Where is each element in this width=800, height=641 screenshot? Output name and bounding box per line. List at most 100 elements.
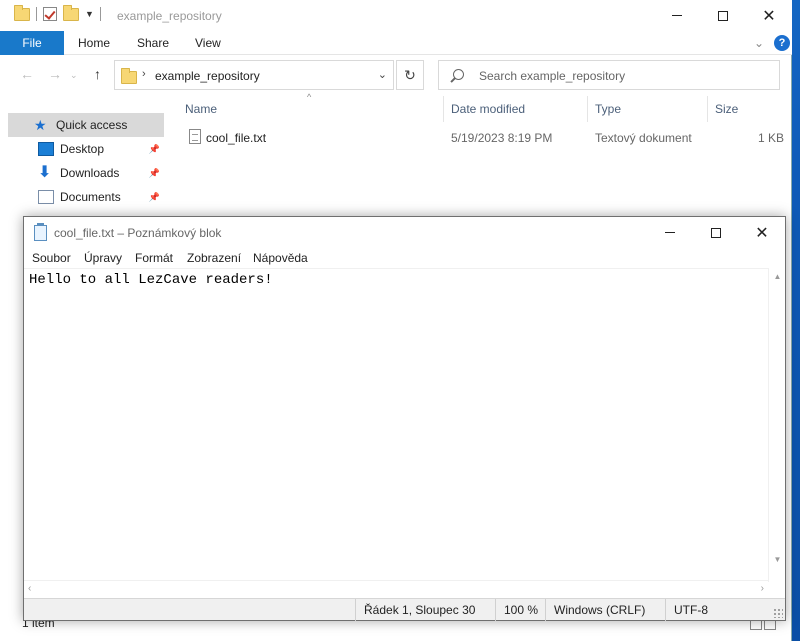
sidebar-item-downloads[interactable]: ⬇ Downloads 📌 (8, 161, 164, 185)
properties-icon[interactable] (43, 7, 57, 21)
editor-content[interactable]: Hello to all LezCave readers! (29, 272, 273, 288)
notepad-title: cool_file.txt – Poznámkový blok (54, 226, 222, 240)
refresh-button[interactable]: ↻ (396, 60, 424, 90)
notepad-status-bar: Řádek 1, Sloupec 30 100 % Windows (CRLF)… (24, 598, 785, 621)
back-arrow-icon[interactable]: ← (20, 66, 34, 82)
vertical-scrollbar[interactable]: ▲ ▼ (768, 268, 785, 582)
maximize-button[interactable] (693, 217, 739, 248)
tab-file[interactable]: File (0, 31, 64, 55)
column-divider[interactable] (707, 96, 708, 122)
line-ending: Windows (CRLF) (545, 599, 665, 621)
menu-item-format[interactable]: Formát (135, 251, 173, 265)
close-icon: ✕ (762, 7, 776, 25)
desktop-icon (38, 142, 54, 156)
column-header-size[interactable]: Size (715, 96, 738, 122)
breadcrumb-path[interactable]: example_repository (155, 69, 260, 83)
column-header-type[interactable]: Type (595, 96, 621, 122)
ribbon-right-controls: ⌄ ? (754, 35, 790, 51)
notepad-titlebar: cool_file.txt – Poznámkový blok ✕ (24, 217, 785, 248)
forward-arrow-icon[interactable]: → (48, 66, 62, 82)
expand-ribbon-chevron-icon[interactable]: ⌄ (754, 36, 764, 50)
file-date-modified: 5/19/2023 8:19 PM (451, 131, 553, 145)
tab-home[interactable]: Home (78, 31, 110, 55)
column-divider[interactable] (587, 96, 588, 122)
column-header-date-modified[interactable]: Date modified (451, 96, 525, 122)
scroll-down-icon[interactable]: ▼ (769, 555, 786, 564)
documents-icon (38, 190, 54, 204)
tab-view[interactable]: View (195, 31, 221, 55)
maximize-icon (711, 227, 721, 238)
download-arrow-icon: ⬇ (38, 164, 52, 181)
navigation-pane: ★ Quick access Desktop 📌 ⬇ Downloads 📌 D… (0, 96, 165, 218)
address-dropdown-icon[interactable]: ⌄ (378, 68, 387, 81)
maximize-button[interactable] (700, 0, 746, 31)
window-title: example_repository (117, 9, 222, 23)
sidebar-item-desktop[interactable]: Desktop 📌 (8, 137, 164, 161)
explorer-window-controls: ✕ (654, 0, 792, 31)
notepad-window-controls: ✕ (647, 217, 785, 248)
text-file-icon (189, 129, 201, 144)
menu-bar: Soubor Úpravy Formát Zobrazení Nápověda (24, 248, 785, 268)
tab-share[interactable]: Share (137, 31, 169, 55)
notepad-window: cool_file.txt – Poznámkový blok ✕ Soubor… (23, 216, 786, 621)
sidebar-item-label: Downloads (60, 166, 120, 180)
menu-item-soubor[interactable]: Soubor (32, 251, 71, 265)
pin-icon[interactable]: 📌 (149, 168, 160, 179)
breadcrumb-chevron-icon[interactable]: › (142, 68, 146, 80)
address-bar-row: ← → ⌄ ↑ › example_repository ⌄ ↻ Search … (0, 58, 792, 92)
scroll-left-icon[interactable]: ‹ (28, 583, 31, 594)
file-row[interactable]: cool_file.txt 5/19/2023 8:19 PM Textový … (165, 126, 792, 150)
menu-item-upravy[interactable]: Úpravy (84, 251, 122, 265)
sidebar-item-label: Desktop (60, 142, 105, 156)
menu-item-napoveda[interactable]: Nápověda (253, 251, 308, 265)
file-name[interactable]: cool_file.txt (206, 131, 266, 145)
menu-item-zobrazeni[interactable]: Zobrazení (187, 251, 241, 265)
text-editor[interactable]: Hello to all LezCave readers! (24, 268, 785, 582)
up-arrow-icon[interactable]: ↑ (94, 66, 101, 82)
customize-toolbar-chevron-icon[interactable]: ▼ (85, 9, 94, 19)
toolbar-divider (99, 7, 101, 21)
close-button[interactable]: ✕ (739, 217, 785, 248)
star-icon: ★ (34, 117, 47, 133)
minimize-icon (665, 232, 675, 233)
help-icon[interactable]: ? (774, 35, 790, 51)
column-divider[interactable] (443, 96, 444, 122)
minimize-button[interactable] (654, 0, 700, 31)
resize-grip-icon[interactable] (773, 608, 783, 618)
explorer-titlebar: ▼ example_repository ✕ (0, 0, 792, 31)
zoom-level: 100 % (495, 599, 545, 621)
file-type: Textový dokument (595, 131, 692, 145)
sidebar-item-label: Documents (60, 190, 121, 204)
sidebar-item-quick-access[interactable]: ★ Quick access (8, 113, 164, 137)
toolbar-divider (36, 7, 37, 21)
scroll-up-icon[interactable]: ▲ (769, 272, 786, 281)
ribbon-tabs: File Home Share View ⌄ ? (0, 31, 792, 55)
search-placeholder: Search example_repository (479, 69, 626, 83)
address-bar[interactable]: › example_repository ⌄ (114, 60, 394, 90)
close-button[interactable]: ✕ (746, 0, 792, 31)
notepad-icon (34, 223, 47, 241)
column-header-name[interactable]: Name (185, 96, 217, 122)
maximize-icon (718, 10, 728, 21)
sort-ascending-icon: ^ (307, 92, 312, 102)
quick-access-toolbar: ▼ (14, 4, 101, 21)
refresh-icon: ↻ (404, 67, 416, 83)
minimize-icon (672, 15, 682, 16)
sidebar-item-label: Quick access (56, 118, 128, 132)
horizontal-scrollbar[interactable]: ‹ › (24, 580, 768, 597)
sidebar-item-documents[interactable]: Documents 📌 (8, 185, 164, 209)
folder-icon (121, 68, 137, 84)
folder-icon (14, 4, 30, 21)
cursor-position: Řádek 1, Sloupec 30 (355, 599, 495, 621)
encoding: UTF-8 (665, 599, 785, 621)
close-icon: ✕ (755, 224, 769, 242)
pin-icon[interactable]: 📌 (149, 144, 160, 155)
minimize-button[interactable] (647, 217, 693, 248)
pin-icon[interactable]: 📌 (149, 192, 160, 203)
search-icon (453, 69, 464, 80)
search-input[interactable]: Search example_repository (438, 60, 780, 90)
scroll-right-icon[interactable]: › (761, 583, 764, 594)
new-folder-icon[interactable] (63, 4, 79, 21)
recent-locations-chevron-icon[interactable]: ⌄ (70, 70, 78, 81)
file-size: 1 KB (758, 131, 785, 145)
